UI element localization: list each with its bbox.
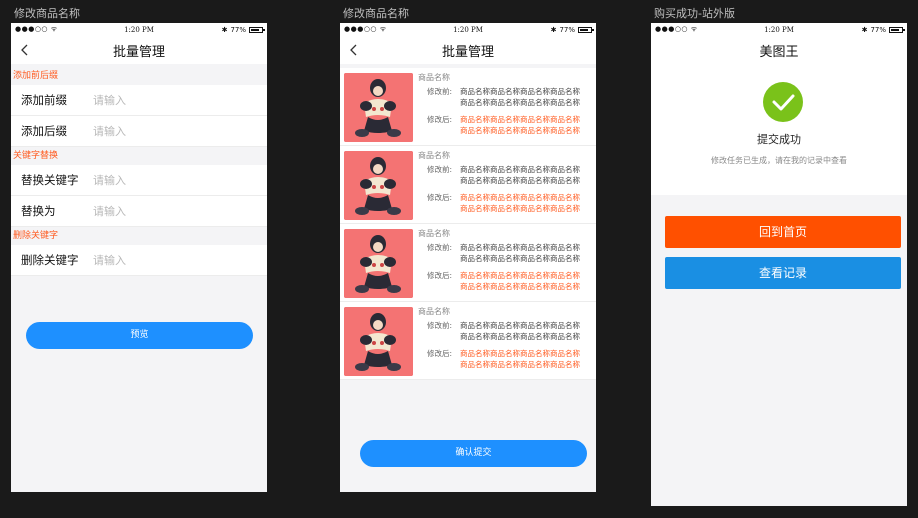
status-time: 1:20 PM	[453, 25, 483, 34]
section-delete-keyword: 删除关键字	[13, 231, 59, 241]
delete-keyword-input[interactable]: 请输入	[93, 252, 126, 268]
frame-title-1: 修改商品名称	[14, 7, 80, 20]
product-image	[344, 73, 413, 142]
success-check-badge	[763, 82, 803, 122]
before-label: 修改前:	[427, 321, 453, 330]
status-time: 1:20 PM	[764, 25, 794, 34]
after-text-line: 商品名称商品名称商品名称商品名称	[460, 126, 580, 135]
before-text-line: 商品名称商品名称商品名称商品名称	[460, 254, 580, 263]
product-list: 商品名称 修改前: 商品名称商品名称商品名称商品名称 商品名称商品名称商品名称商品名称…	[340, 68, 596, 380]
before-label: 修改前:	[427, 87, 453, 96]
before-text-line: 商品名称商品名称商品名称商品名称	[460, 243, 580, 252]
product-name: 商品名称	[418, 229, 450, 238]
product-item[interactable]: 商品名称修改前: 商品名称商品名称商品名称商品名称 商品名称商品名称商品名称商品名称…	[340, 302, 596, 380]
row-add-suffix[interactable]: 添加后缀 请输入	[11, 116, 267, 147]
page-title: 美图王	[759, 44, 799, 60]
screen-batch-edit: ●●●○○ ᯤ 1:20 PM ✱ 77% 批量管理 添加前后缀 添加前缀 请输入…	[11, 23, 267, 492]
preview-button[interactable]: 预览	[26, 322, 253, 349]
before-text-line: 商品名称商品名称商品名称商品名称	[460, 87, 580, 96]
success-description: 修改任务已生成，请在我的记录中查看	[711, 156, 847, 165]
after-label: 修改后:	[427, 115, 453, 124]
product-item[interactable]: 商品名称修改前: 商品名称商品名称商品名称商品名称 商品名称商品名称商品名称商品名称…	[340, 224, 596, 302]
product-item[interactable]: 商品名称修改前: 商品名称商品名称商品名称商品名称 商品名称商品名称商品名称商品名称…	[340, 146, 596, 224]
after-label: 修改后:	[427, 349, 453, 358]
before-label: 修改前:	[427, 165, 453, 174]
row-label: 替换关键字	[21, 173, 79, 187]
back-home-button[interactable]: 回到首页	[665, 216, 901, 248]
after-text-line: 商品名称商品名称商品名称商品名称	[460, 204, 580, 213]
after-text-line: 商品名称商品名称商品名称商品名称	[460, 282, 580, 291]
battery-icon	[249, 26, 265, 33]
product-name: 商品名称	[418, 307, 450, 316]
battery-icon	[889, 26, 905, 33]
product-thumbnail	[344, 151, 413, 220]
nav-bar: 批量管理	[11, 36, 267, 64]
back-arrow-icon[interactable]	[349, 43, 359, 57]
replace-keyword-input[interactable]: 请输入	[93, 172, 126, 188]
row-add-prefix[interactable]: 添加前缀 请输入	[11, 85, 267, 116]
before-text-line: 商品名称商品名称商品名称商品名称	[460, 332, 580, 341]
frame-title-3: 购买成功-站外版	[654, 7, 735, 20]
page-title: 批量管理	[112, 44, 165, 60]
status-bar: ●●●○○ ᯤ 1:20 PM ✱ 77%	[340, 23, 596, 36]
product-item[interactable]: 商品名称修改前: 商品名称商品名称商品名称商品名称 商品名称商品名称商品名称商品名称…	[340, 68, 596, 146]
row-label: 添加后缀	[21, 124, 67, 138]
section-prefix-suffix: 添加前后缀	[13, 71, 59, 81]
before-text-line: 商品名称商品名称商品名称商品名称	[460, 176, 580, 185]
prefix-input[interactable]: 请输入	[93, 92, 126, 108]
product-image	[344, 229, 413, 298]
nav-bar: 批量管理	[340, 36, 596, 64]
confirm-submit-button[interactable]: 确认提交	[360, 440, 587, 467]
view-records-button[interactable]: 查看记录	[665, 257, 901, 289]
product-image	[344, 307, 413, 376]
checkmark-icon	[772, 94, 795, 111]
row-replace-with[interactable]: 替换为 请输入	[11, 196, 267, 227]
page-title: 批量管理	[441, 44, 494, 60]
suffix-input[interactable]: 请输入	[93, 123, 126, 139]
after-text-line: 商品名称商品名称商品名称商品名称	[460, 115, 580, 124]
success-title: 提交成功	[757, 133, 801, 146]
row-label: 替换为	[21, 204, 56, 218]
product-name: 商品名称	[418, 73, 450, 82]
screen-submit-success: ●●●○○ ᯤ 1:20 PM ✱ 77% 美图王 提交成功 修改任务已生成，请在…	[651, 23, 907, 506]
nav-bar: 美图王	[651, 36, 907, 64]
status-bar: ●●●○○ ᯤ 1:20 PM ✱ 77%	[651, 23, 907, 36]
product-thumbnail	[344, 73, 413, 142]
battery-icon	[578, 26, 594, 33]
row-label: 添加前缀	[21, 93, 67, 107]
status-bar: ●●●○○ ᯤ 1:20 PM ✱ 77%	[11, 23, 267, 36]
after-text-line: 商品名称商品名称商品名称商品名称	[460, 271, 580, 280]
row-replace-keyword[interactable]: 替换关键字 请输入	[11, 165, 267, 196]
before-text-line: 商品名称商品名称商品名称商品名称	[460, 98, 580, 107]
product-name: 商品名称	[418, 151, 450, 160]
back-arrow-icon[interactable]	[20, 43, 30, 57]
row-delete-keyword[interactable]: 删除关键字 请输入	[11, 245, 267, 276]
after-text-line: 商品名称商品名称商品名称商品名称	[460, 360, 580, 369]
after-text-line: 商品名称商品名称商品名称商品名称	[460, 193, 580, 202]
replace-with-input[interactable]: 请输入	[93, 203, 126, 219]
before-text-line: 商品名称商品名称商品名称商品名称	[460, 165, 580, 174]
after-label: 修改后:	[427, 193, 453, 202]
frame-title-2: 修改商品名称	[343, 7, 409, 20]
before-label: 修改前:	[427, 243, 453, 252]
product-thumbnail	[344, 307, 413, 376]
status-time: 1:20 PM	[124, 25, 154, 34]
row-label: 删除关键字	[21, 253, 79, 267]
section-keyword-replace: 关键字替换	[13, 151, 59, 161]
after-label: 修改后:	[427, 271, 453, 280]
after-text-line: 商品名称商品名称商品名称商品名称	[460, 349, 580, 358]
product-thumbnail	[344, 229, 413, 298]
before-text-line: 商品名称商品名称商品名称商品名称	[460, 321, 580, 330]
screen-batch-preview: ●●●○○ ᯤ 1:20 PM ✱ 77% 批量管理 商品名称 修改前: 商品名称商品…	[340, 23, 596, 492]
product-image	[344, 151, 413, 220]
